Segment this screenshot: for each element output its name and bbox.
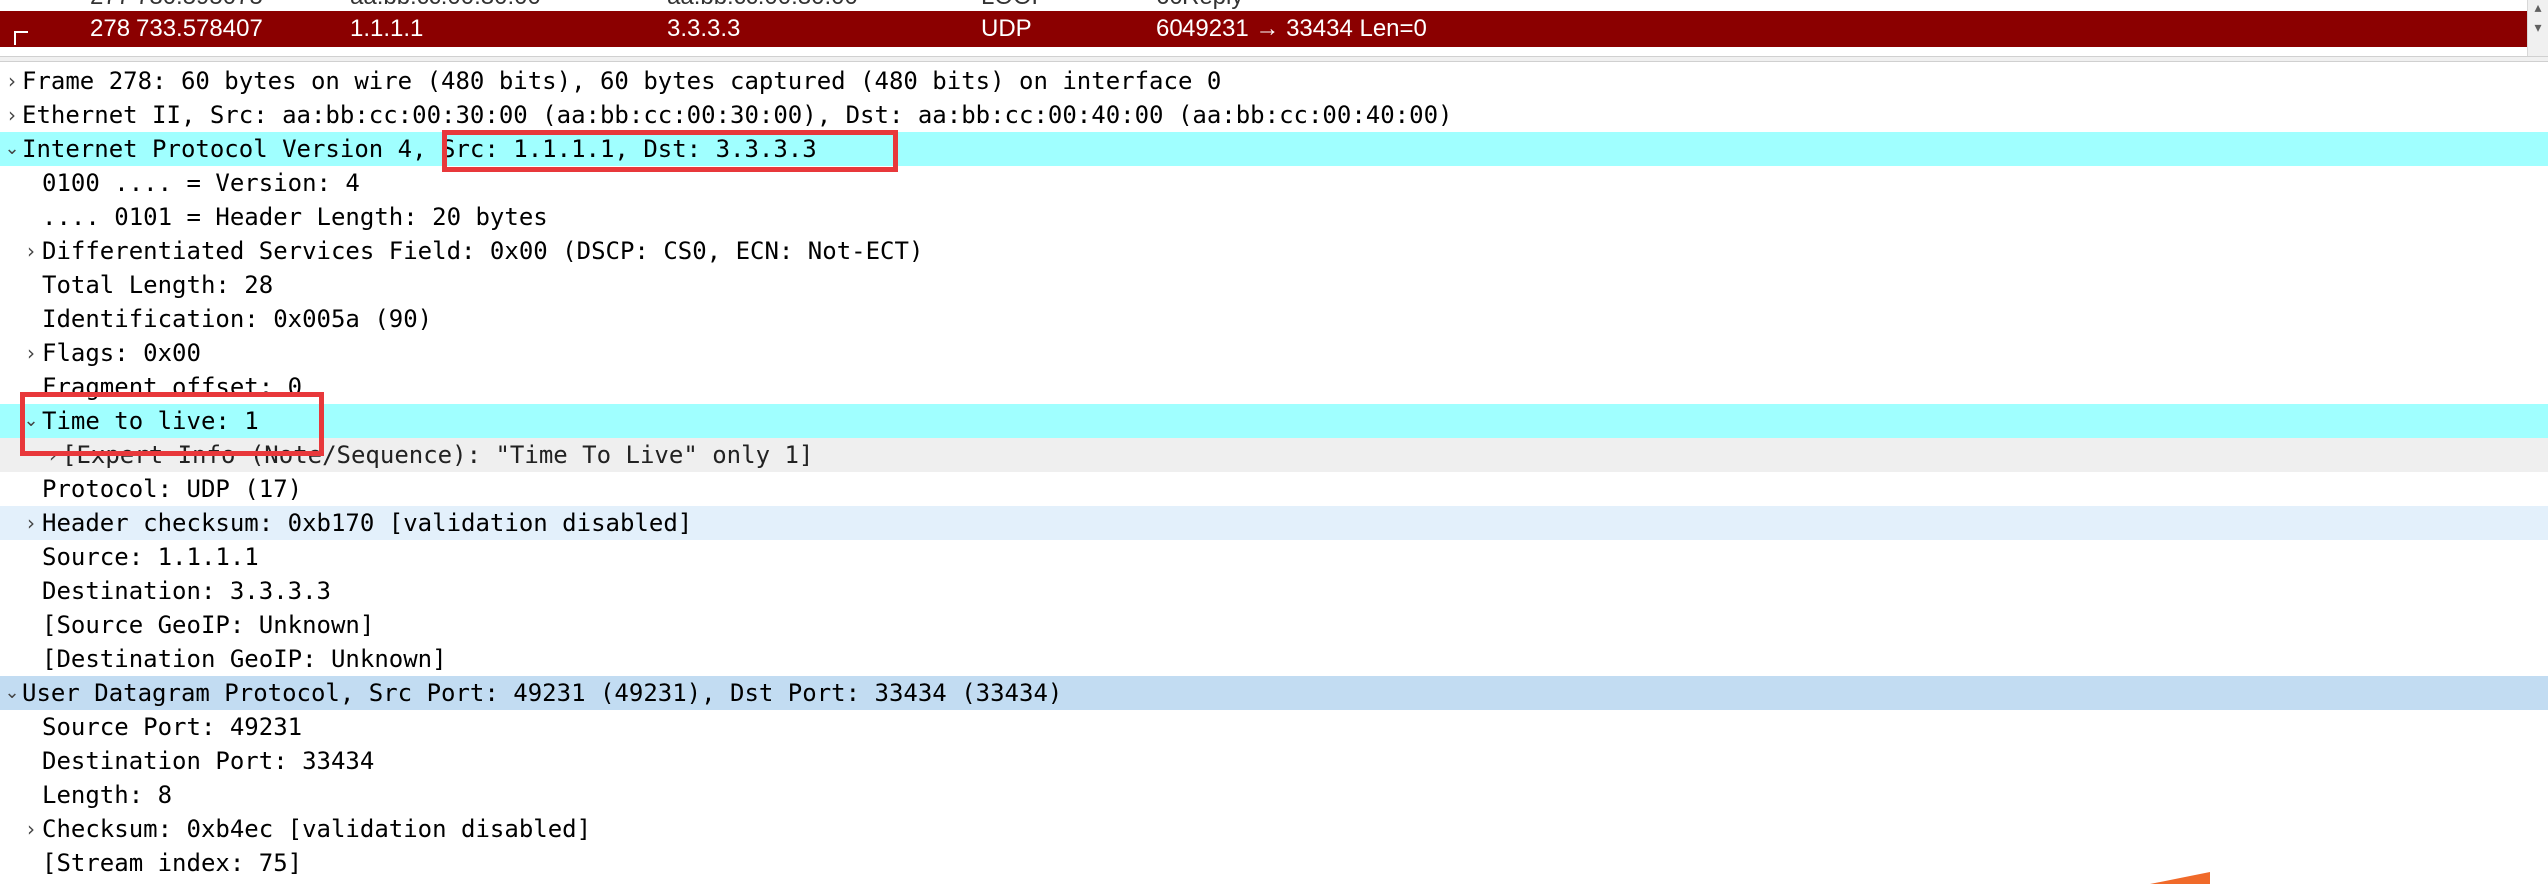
chevron-right-icon[interactable]: › bbox=[22, 336, 40, 370]
related-packet-icon bbox=[14, 31, 28, 45]
tree-item-label: Source Port: 49231 bbox=[42, 713, 303, 741]
scroll-up-icon[interactable]: ▴ bbox=[2530, 0, 2546, 16]
packet-source: 1.1.1.1 bbox=[350, 15, 424, 42]
tree-item[interactable]: › Flags: 0x00 bbox=[0, 336, 2548, 370]
tree-item[interactable]: 0100 .... = Version: 4 bbox=[0, 166, 2548, 200]
tree-item-label: Time to live: 1 bbox=[42, 407, 259, 435]
tree-item[interactable]: › Frame 278: 60 bytes on wire (480 bits),… bbox=[0, 64, 2548, 98]
tree-item-label: Destination Port: 33434 bbox=[42, 747, 375, 775]
tree-item[interactable]: [Destination GeoIP: Unknown] bbox=[0, 642, 2548, 676]
packet-list[interactable]: 277 730.595075 aa:bb:cc:00:30:00 aa:bb:c… bbox=[0, 0, 2548, 56]
chevron-right-icon[interactable]: › bbox=[3, 64, 21, 98]
tree-item[interactable]: ⌄ Internet Protocol Version 4, Src: 1.1.1… bbox=[0, 132, 2548, 166]
chevron-right-icon[interactable]: › bbox=[3, 98, 21, 132]
tree-item-label: Destination: 3.3.3.3 bbox=[42, 577, 331, 605]
packet-details-tree[interactable]: › Frame 278: 60 bytes on wire (480 bits),… bbox=[0, 62, 2548, 884]
packet-list-scrollbar[interactable]: ▴ ▾ bbox=[2527, 0, 2548, 56]
packet-length: 60 bbox=[1156, 15, 1183, 42]
tree-item[interactable]: ⌄ User Datagram Protocol, Src Port: 49231… bbox=[0, 676, 2548, 710]
tree-item[interactable]: Total Length: 28 bbox=[0, 268, 2548, 302]
tree-item-label: Total Length: 28 bbox=[42, 271, 274, 299]
chevron-down-icon[interactable]: ⌄ bbox=[22, 404, 40, 438]
tree-item[interactable]: › Header checksum: 0xb170 [validation dis… bbox=[0, 506, 2548, 540]
tree-item-label: User Datagram Protocol, Src Port: 49231 … bbox=[22, 679, 1063, 707]
tree-item[interactable]: › Differentiated Services Field: 0x00 (DS… bbox=[0, 234, 2548, 268]
tree-item[interactable]: ⌄ Time to live: 1 bbox=[0, 404, 2548, 438]
tree-item[interactable]: › Ethernet II, Src: aa:bb:cc:00:30:00 (aa… bbox=[0, 98, 2548, 132]
packet-no: 278 bbox=[90, 15, 131, 42]
tree-item[interactable]: .... 0101 = Header Length: 20 bytes bbox=[0, 200, 2548, 234]
chevron-down-icon[interactable]: ⌄ bbox=[3, 132, 21, 166]
tree-item[interactable]: [Stream index: 75] bbox=[0, 846, 2548, 880]
tree-item[interactable]: Fragment offset: 0 bbox=[0, 370, 2548, 404]
tree-item[interactable]: [Source GeoIP: Unknown] bbox=[0, 608, 2548, 642]
chevron-right-icon[interactable]: › bbox=[22, 506, 40, 540]
tree-item[interactable]: Protocol: UDP (17) bbox=[0, 472, 2548, 506]
packet-info: 49231 → 33434 Len=0 bbox=[1182, 15, 1427, 42]
tree-item[interactable]: › Checksum: 0xb4ec [validation disabled] bbox=[0, 812, 2548, 846]
tree-item-label: Source: 1.1.1.1 bbox=[42, 543, 259, 571]
tree-item-label: .... 0101 = Header Length: 20 bytes bbox=[42, 203, 548, 231]
tree-item-label: [Expert Info (Note/Sequence): "Time To L… bbox=[62, 441, 814, 469]
tree-item-label: Identification: 0x005a (90) bbox=[42, 305, 433, 333]
packet-time: 733.578407 bbox=[136, 15, 263, 42]
tree-item-label: [Stream index: 75] bbox=[42, 849, 303, 877]
chevron-right-icon[interactable]: › bbox=[22, 234, 40, 268]
tree-item[interactable]: Destination: 3.3.3.3 bbox=[0, 574, 2548, 608]
tree-item-label: Protocol: UDP (17) bbox=[42, 475, 303, 503]
tree-item-label: Frame 278: 60 bytes on wire (480 bits), … bbox=[22, 67, 1222, 95]
packet-destination: 3.3.3.3 bbox=[667, 15, 741, 42]
tree-item-label: [Destination GeoIP: Unknown] bbox=[42, 645, 447, 673]
tree-item-label: Flags: 0x00 bbox=[42, 339, 201, 367]
tree-item-label: Ethernet II, Src: aa:bb:cc:00:30:00 (aa:… bbox=[22, 101, 1453, 129]
tree-item-label: Header checksum: 0xb170 [validation disa… bbox=[42, 509, 693, 537]
chevron-down-icon[interactable]: ⌄ bbox=[3, 676, 21, 710]
tree-item[interactable]: Source: 1.1.1.1 bbox=[0, 540, 2548, 574]
chevron-right-icon[interactable]: › bbox=[22, 812, 40, 846]
tree-item[interactable]: Source Port: 49231 bbox=[0, 710, 2548, 744]
tree-item-label: Differentiated Services Field: 0x00 (DSC… bbox=[42, 237, 924, 265]
tree-item-label: Checksum: 0xb4ec [validation disabled] bbox=[42, 815, 592, 843]
tree-item-label: Length: 8 bbox=[42, 781, 173, 809]
tree-item-label: 0100 .... = Version: 4 bbox=[42, 169, 360, 197]
chevron-right-icon[interactable]: › bbox=[44, 438, 62, 472]
tree-item[interactable]: Length: 8 bbox=[0, 778, 2548, 812]
packet-row-selected[interactable]: 278 733.578407 1.1.1.1 3.3.3.3 UDP 60 49… bbox=[0, 11, 2528, 47]
tree-item[interactable]: Destination Port: 33434 bbox=[0, 744, 2548, 778]
tree-item[interactable]: Identification: 0x005a (90) bbox=[0, 302, 2548, 336]
scroll-down-icon[interactable]: ▾ bbox=[2530, 20, 2546, 36]
tree-item-label: [Source GeoIP: Unknown] bbox=[42, 611, 375, 639]
tree-item-label: Fragment offset: 0 bbox=[42, 373, 303, 401]
tree-item-label: Internet Protocol Version 4, Src: 1.1.1.… bbox=[22, 135, 817, 163]
packet-protocol: UDP bbox=[981, 15, 1032, 42]
tree-item[interactable]: › [Expert Info (Note/Sequence): "Time To … bbox=[0, 438, 2548, 472]
